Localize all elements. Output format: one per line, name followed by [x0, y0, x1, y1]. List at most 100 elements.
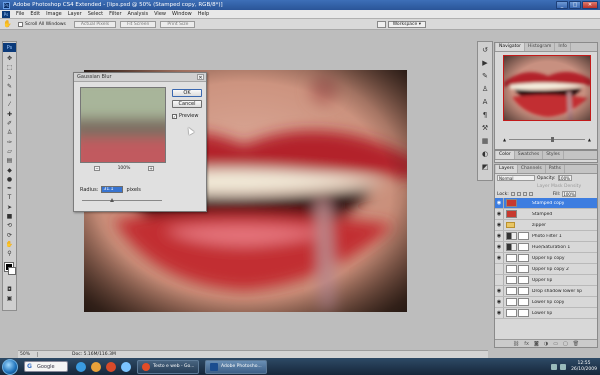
menu-layer[interactable]: Layer — [65, 11, 85, 17]
layer-mask-thumbnail[interactable] — [518, 265, 529, 273]
zoom-level[interactable]: 50% — [18, 352, 38, 357]
layer-mask-thumbnail[interactable] — [518, 232, 529, 240]
masks-icon[interactable]: ◩ — [479, 162, 491, 172]
layer-row[interactable]: ◉ zipper — [495, 220, 597, 231]
radius-input[interactable] — [101, 186, 124, 193]
visibility-eye-icon[interactable]: ◉ — [495, 220, 504, 230]
layer-row[interactable]: ◉ Lower lip — [495, 308, 597, 319]
type-icon[interactable]: T — [4, 193, 15, 202]
hand-icon[interactable]: ✋ — [4, 240, 15, 249]
menu-window[interactable]: Window — [169, 11, 195, 17]
tab-color[interactable]: Color — [496, 151, 515, 159]
paragraph-icon[interactable]: ¶ — [479, 110, 491, 120]
layer-mask-thumbnail[interactable] — [518, 309, 529, 317]
menu-select[interactable]: Select — [85, 11, 106, 17]
fill-input[interactable]: 100% — [562, 191, 577, 197]
visibility-eye-icon[interactable]: ◉ — [495, 209, 504, 219]
menu-file[interactable]: File — [13, 11, 27, 17]
pen-icon[interactable]: ✒ — [4, 184, 15, 193]
tab-layers[interactable]: Layers — [496, 165, 518, 173]
menu-help[interactable]: Help — [195, 11, 212, 17]
3d-rotate-icon[interactable]: ⟲ — [4, 221, 15, 230]
layer-mask-thumbnail[interactable] — [518, 243, 529, 251]
quick-select-icon[interactable]: ✎ — [4, 82, 15, 91]
explorer-icon[interactable] — [91, 361, 101, 372]
clone-stamp-icon[interactable]: ♙ — [4, 128, 15, 137]
lock-all-icon[interactable] — [528, 192, 533, 196]
navigator-zoom-in-icon[interactable]: ▲ — [588, 137, 591, 142]
tab-info[interactable]: Info — [555, 43, 571, 51]
ie-icon[interactable] — [76, 361, 86, 372]
healing-icon[interactable]: ✚ — [4, 110, 15, 119]
preview-checkbox[interactable]: ✓ — [172, 113, 177, 119]
tab-navigator[interactable]: Navigator — [496, 43, 526, 51]
visibility-eye-icon[interactable] — [495, 275, 504, 285]
history-brush-icon[interactable]: ✑ — [4, 138, 15, 147]
layer-row[interactable]: Upper lip — [495, 275, 597, 286]
visibility-eye-icon[interactable]: ◉ — [495, 253, 504, 263]
history-icon[interactable]: ↺ — [479, 45, 491, 55]
visibility-eye-icon[interactable]: ◉ — [495, 286, 504, 296]
zoom-in-button[interactable]: + — [148, 166, 154, 171]
print-size-button[interactable]: Print Size — [160, 20, 196, 28]
add-mask-icon[interactable]: ◙ — [534, 341, 539, 347]
ok-button[interactable]: OK — [172, 89, 202, 97]
background-color-swatch[interactable] — [8, 266, 16, 275]
quick-mask-icon[interactable]: ◘ — [4, 285, 15, 294]
ps-quick-icon[interactable] — [121, 361, 131, 372]
google-search-box[interactable]: Google — [24, 361, 68, 372]
navigator-slider-track[interactable] — [509, 137, 585, 142]
navigator-zoom-slider[interactable]: ▲ ▲ — [503, 137, 591, 142]
zoom-out-button[interactable]: − — [94, 166, 100, 171]
crop-icon[interactable]: ⌗ — [4, 91, 15, 100]
delete-layer-icon[interactable]: 🗑 — [573, 341, 579, 347]
menu-edit[interactable]: Edit — [27, 11, 43, 17]
radius-slider[interactable] — [82, 198, 162, 202]
preview-checkbox-row[interactable]: ✓ Preview — [172, 113, 198, 119]
eyedropper-icon[interactable]: ⁄ — [4, 100, 15, 109]
tab-styles[interactable]: Styles — [543, 151, 564, 159]
hand-tool-icon[interactable]: ✋ — [3, 20, 12, 28]
tab-paths[interactable]: Paths — [546, 165, 565, 173]
menu-image[interactable]: Image — [43, 11, 65, 17]
menu-view[interactable]: View — [151, 11, 169, 17]
shape-icon[interactable]: ■ — [4, 212, 15, 221]
navigator-thumbnail[interactable] — [503, 55, 591, 121]
visibility-eye-icon[interactable]: ◉ — [495, 308, 504, 318]
layer-row[interactable]: ◉ Hue/Saturation 1 — [495, 242, 597, 253]
lock-transparent-icon[interactable] — [510, 192, 515, 196]
navigator-zoom-out-icon[interactable]: ▲ — [503, 137, 506, 142]
arrange-documents-button[interactable] — [376, 21, 386, 28]
tab-channels[interactable]: Channels — [518, 165, 546, 173]
visibility-eye-icon[interactable]: ◉ — [495, 198, 504, 208]
3d-camera-icon[interactable]: ⟳ — [4, 231, 15, 240]
opacity-input[interactable]: 100% — [557, 175, 572, 181]
maximize-button[interactable]: □ — [569, 1, 581, 9]
lasso-icon[interactable]: ↄ — [4, 73, 15, 82]
blend-mode-select[interactable]: Normal — [497, 175, 535, 181]
radius-slider-knob[interactable] — [110, 198, 114, 202]
marquee-icon[interactable]: ⬚ — [4, 63, 15, 72]
lock-image-icon[interactable] — [516, 192, 521, 196]
taskbar-task-photoshop[interactable]: Adobe Photosho... — [205, 359, 267, 374]
layer-mask-thumbnail[interactable] — [518, 276, 529, 284]
layer-mask-thumbnail[interactable] — [518, 254, 529, 262]
adjustment-layer-icon[interactable]: ◑ — [544, 341, 548, 347]
brush-icon[interactable]: ✐ — [4, 119, 15, 128]
dodge-icon[interactable]: ● — [4, 175, 15, 184]
clone-source-icon[interactable]: ♙ — [479, 84, 491, 94]
media-player-icon[interactable] — [106, 361, 116, 372]
lock-position-icon[interactable] — [522, 192, 527, 196]
move-icon[interactable]: ✥ — [4, 54, 15, 63]
tab-histogram[interactable]: Histogram — [525, 43, 556, 51]
close-button[interactable]: ✕ — [582, 1, 598, 9]
layer-row[interactable]: Upper lip copy 2 — [495, 264, 597, 275]
visibility-eye-icon[interactable]: ◉ — [495, 297, 504, 307]
gradient-icon[interactable]: ▤ — [4, 156, 15, 165]
layer-row[interactable]: ◉ Lower lip copy — [495, 297, 597, 308]
blur-preview[interactable] — [80, 87, 166, 163]
layer-row[interactable]: ◉ Stamped — [495, 209, 597, 220]
blur-icon[interactable]: ◆ — [4, 166, 15, 175]
visibility-eye-icon[interactable]: ◉ — [495, 231, 504, 241]
network-icon[interactable] — [551, 363, 558, 370]
